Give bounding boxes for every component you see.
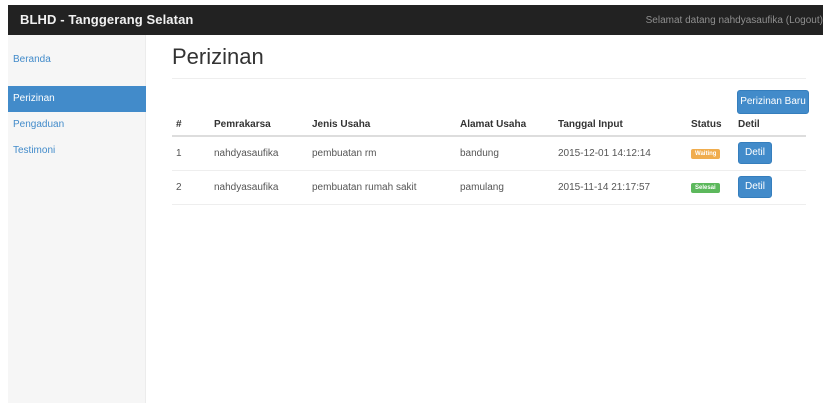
status-badge: Selesai <box>691 183 720 193</box>
sidebar-item-pengaduan[interactable]: Pengaduan <box>8 112 146 138</box>
permit-table: # Pemrakarsa Jenis Usaha Alamat Usaha Ta… <box>172 114 806 205</box>
cell-tanggal-input: 2015-11-14 21:17:57 <box>554 170 687 205</box>
sidebar-item-perizinan[interactable]: Perizinan <box>8 86 146 112</box>
cell-jenis-usaha: pembuatan rm <box>308 136 456 171</box>
cell-number: 2 <box>172 170 210 205</box>
cell-status: Selesai <box>687 170 734 205</box>
cell-number: 1 <box>172 136 210 171</box>
table-row: 1 nahdyasaufika pembuatan rm bandung 201… <box>172 136 806 171</box>
cell-detil: Detil <box>734 136 806 171</box>
page-title: Perizinan <box>172 44 264 69</box>
top-navbar: BLHD - Tanggerang Selatan Selamat datang… <box>8 5 823 35</box>
welcome-prefix: Selamat datang nahdyasaufika ( <box>645 15 790 26</box>
column-header-alamat-usaha: Alamat Usaha <box>456 114 554 137</box>
cell-detil: Detil <box>734 170 806 205</box>
cell-tanggal-input: 2015-12-01 14:12:14 <box>554 136 687 171</box>
column-header-tanggal-input: Tanggal Input <box>554 114 687 137</box>
title-divider <box>172 78 806 79</box>
cell-pemrakarsa: nahdyasaufika <box>210 136 308 171</box>
welcome-suffix: ) <box>819 15 823 26</box>
detail-button[interactable]: Detil <box>738 176 772 198</box>
sidebar-item-testimoni[interactable]: Testimoni <box>8 138 146 164</box>
brand-title[interactable]: BLHD - Tanggerang Selatan <box>20 12 193 27</box>
column-header-status: Status <box>687 114 734 137</box>
detail-button[interactable]: Detil <box>738 142 772 165</box>
sidebar-item-beranda[interactable]: Beranda <box>8 47 146 73</box>
welcome-text: Selamat datang nahdyasaufika (Logout) <box>646 15 823 26</box>
cell-alamat-usaha: bandung <box>456 136 554 171</box>
cell-alamat-usaha: pamulang <box>456 170 554 205</box>
status-badge: Waiting <box>691 149 721 160</box>
cell-pemrakarsa: nahdyasaufika <box>210 170 308 205</box>
cell-status: Waiting <box>687 136 734 171</box>
new-permit-button[interactable]: Perizinan Baru <box>737 90 809 114</box>
table-row: 2 nahdyasaufika pembuatan rumah sakit pa… <box>172 170 806 205</box>
sidebar: Beranda Perizinan Pengaduan Testimoni <box>8 35 146 403</box>
column-header-jenis-usaha: Jenis Usaha <box>308 114 456 137</box>
table-header-row: # Pemrakarsa Jenis Usaha Alamat Usaha Ta… <box>172 114 806 137</box>
column-header-pemrakarsa: Pemrakarsa <box>210 114 308 137</box>
column-header-number: # <box>172 114 210 137</box>
logout-link[interactable]: Logout <box>789 15 820 26</box>
cell-jenis-usaha: pembuatan rumah sakit <box>308 170 456 205</box>
column-header-detil: Detil <box>734 114 806 137</box>
